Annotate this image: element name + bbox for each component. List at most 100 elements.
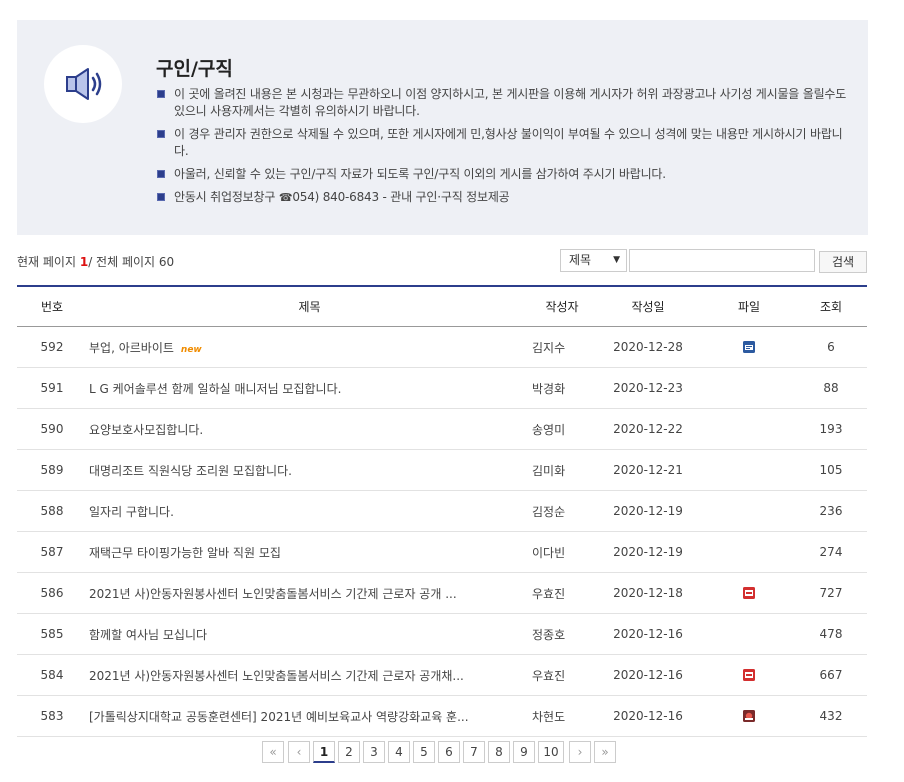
table-row: 591 L G 케어솔루션 함께 일하실 매니저님 모집합니다. 박경화 2020-1…	[17, 367, 867, 409]
header-num: 번호	[17, 285, 87, 327]
total-pages: 60	[158, 255, 175, 269]
post-number: 590	[17, 408, 87, 450]
post-file	[703, 613, 795, 655]
table-row: 584 2021년 사)안동자원봉사센터 노인맞춤돌봄서비스 기간제 근로자 공개…	[17, 654, 867, 696]
next-page-button[interactable]: ›	[569, 741, 591, 763]
bullet-icon	[157, 130, 165, 138]
post-views: 667	[795, 654, 867, 696]
post-title[interactable]: 대명리조트 직원식당 조리원 모집합니다.	[87, 449, 531, 491]
page-link[interactable]: 6	[438, 741, 460, 763]
page-link[interactable]: 9	[513, 741, 535, 763]
page-link[interactable]: 4	[388, 741, 410, 763]
post-views: 727	[795, 572, 867, 614]
search-field-select[interactable]: 제목 ▼	[560, 249, 627, 272]
post-views: 193	[795, 408, 867, 450]
hwp-file-icon[interactable]	[742, 340, 756, 354]
bullet-icon	[157, 193, 165, 201]
page-info: 현재 페이지 1/ 전체 페이지 60	[17, 255, 175, 269]
post-title[interactable]: 일자리 구합니다.	[87, 490, 531, 532]
notice-item: 아울러, 신뢰할 수 있는 구인/구직 자료가 되도록 구인/구직 이외의 게시…	[157, 166, 847, 183]
post-title[interactable]: 2021년 사)안동자원봉사센터 노인맞춤돌봄서비스 기간제 근로자 공개 ..…	[87, 572, 531, 614]
pdf-file-icon[interactable]	[742, 668, 756, 682]
post-author: 우효진	[531, 572, 593, 614]
post-number: 591	[17, 367, 87, 409]
new-badge: new	[180, 344, 202, 355]
post-author: 김정순	[531, 490, 593, 532]
post-author: 차현도	[531, 695, 593, 737]
post-file[interactable]	[703, 572, 795, 614]
board-table: 번호 제목 작성자 작성일 파일 조회 592 부업, 아르바이트 new 김지수 20…	[17, 285, 867, 737]
post-number: 584	[17, 654, 87, 696]
post-number: 585	[17, 613, 87, 655]
post-date: 2020-12-18	[593, 572, 703, 614]
table-row: 586 2021년 사)안동자원봉사센터 노인맞춤돌봄서비스 기간제 근로자 공개…	[17, 572, 867, 614]
post-title[interactable]: L G 케어솔루션 함께 일하실 매니저님 모집합니다.	[87, 367, 531, 409]
post-date: 2020-12-28	[593, 326, 703, 368]
page-title: 구인/구직	[156, 58, 233, 80]
prev-page-button[interactable]: ‹	[288, 741, 310, 763]
table-row: 583 [가톨릭상지대학교 공동훈련센터] 2021년 예비보육교사 역량강화교육…	[17, 695, 867, 737]
page-link[interactable]: 5	[413, 741, 435, 763]
search-button[interactable]: 검색	[819, 251, 867, 273]
last-page-button[interactable]: »	[594, 741, 616, 763]
pdf-file-icon[interactable]	[742, 586, 756, 600]
post-number: 586	[17, 572, 87, 614]
post-author: 이다빈	[531, 531, 593, 573]
post-author: 송영미	[531, 408, 593, 450]
post-views: 88	[795, 367, 867, 409]
post-file[interactable]	[703, 695, 795, 737]
page-link[interactable]: 2	[338, 741, 360, 763]
phone-icon: ☎	[278, 191, 293, 204]
page-link[interactable]: 3	[363, 741, 385, 763]
bullet-icon	[157, 170, 165, 178]
page-link[interactable]: 7	[463, 741, 485, 763]
notice-item: 이 곳에 올려진 내용은 본 시청과는 무관하오니 이점 양지하시고, 본 게시…	[157, 86, 847, 120]
post-title[interactable]: 재택근무 타이핑가능한 알바 직원 모집	[87, 531, 531, 573]
post-title[interactable]: 함께할 여사님 모십니다	[87, 613, 531, 655]
header-title: 제목	[87, 285, 531, 327]
page-link[interactable]: 8	[488, 741, 510, 763]
table-row: 592 부업, 아르바이트 new 김지수 2020-12-28 6	[17, 326, 867, 368]
current-page: 1	[79, 255, 89, 269]
post-title[interactable]: [가톨릭상지대학교 공동훈련센터] 2021년 예비보육교사 역량강화교육 훈.…	[87, 695, 531, 737]
notice-item: 이 경우 관리자 권한으로 삭제될 수 있으며, 또한 게시자에게 민,형사상 …	[157, 126, 847, 160]
post-author: 박경화	[531, 367, 593, 409]
post-number: 588	[17, 490, 87, 532]
post-title[interactable]: 2021년 사)안동자원봉사센터 노인맞춤돌봄서비스 기간제 근로자 공개채..…	[87, 654, 531, 696]
post-views: 274	[795, 531, 867, 573]
header-views: 조회	[795, 285, 867, 327]
header-date: 작성일	[593, 285, 703, 327]
post-author: 김지수	[531, 326, 593, 368]
post-views: 105	[795, 449, 867, 491]
post-author: 우효진	[531, 654, 593, 696]
post-title[interactable]: 부업, 아르바이트 new	[87, 326, 531, 368]
post-author: 정종호	[531, 613, 593, 655]
table-row: 590 요양보호사모집합니다. 송영미 2020-12-22 193	[17, 408, 867, 450]
notice-box: 구인/구직 이 곳에 올려진 내용은 본 시청과는 무관하오니 이점 양지하시고…	[17, 20, 868, 235]
post-title[interactable]: 요양보호사모집합니다.	[87, 408, 531, 450]
post-number: 592	[17, 326, 87, 368]
header-file: 파일	[703, 285, 795, 327]
notice-list: 이 곳에 올려진 내용은 본 시청과는 무관하오니 이점 양지하시고, 본 게시…	[157, 86, 847, 212]
first-page-button[interactable]: «	[262, 741, 284, 763]
post-file	[703, 449, 795, 491]
post-file[interactable]	[703, 654, 795, 696]
search-input[interactable]	[629, 249, 815, 272]
chevron-down-icon: ▼	[613, 255, 620, 265]
table-row: 585 함께할 여사님 모십니다 정종호 2020-12-16 478	[17, 613, 867, 655]
page-link[interactable]: 10	[538, 741, 564, 763]
post-date: 2020-12-16	[593, 613, 703, 655]
post-date: 2020-12-16	[593, 654, 703, 696]
jpg-file-icon[interactable]	[742, 709, 756, 723]
post-file[interactable]	[703, 326, 795, 368]
table-row: 589 대명리조트 직원식당 조리원 모집합니다. 김미화 2020-12-21 105	[17, 449, 867, 491]
notice-contact: 안동시 취업정보창구 ☎054) 840-6843 - 관내 구인·구직 정보제…	[157, 189, 847, 206]
post-date: 2020-12-19	[593, 490, 703, 532]
table-row: 588 일자리 구합니다. 김정순 2020-12-19 236	[17, 490, 867, 532]
post-file	[703, 367, 795, 409]
post-number: 589	[17, 449, 87, 491]
speaker-icon	[44, 45, 122, 123]
page-link[interactable]: 1	[313, 741, 335, 763]
post-number: 583	[17, 695, 87, 737]
post-number: 587	[17, 531, 87, 573]
